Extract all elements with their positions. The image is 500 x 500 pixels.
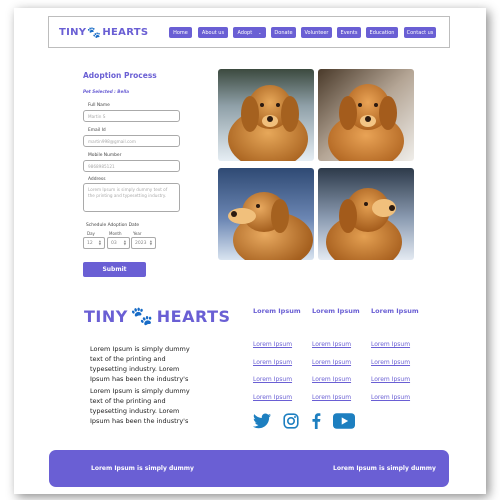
year-value: 2023 (135, 240, 147, 246)
instagram-icon[interactable] (282, 413, 300, 429)
nav-contact-button[interactable]: Contact us (404, 27, 436, 38)
nav-about-button[interactable]: About us (198, 27, 228, 38)
footer-link[interactable]: Lorem Ipsum (371, 341, 410, 348)
dog-photo-2 (318, 69, 414, 161)
footer-col-2-heading: Lorem Ipsum (312, 307, 360, 315)
schedule-label: Schedule Adoption Date (86, 223, 140, 228)
nav-events-label: Events (340, 29, 358, 36)
month-label: Month (109, 231, 122, 236)
banner-left-text: Lorem Ipsum is simply dummy (91, 465, 194, 472)
footer-link[interactable]: Lorem Ipsum (312, 394, 351, 401)
footer-brand-name-left: TINY (84, 307, 128, 326)
footer-banner: Lorem Ipsum is simply dummy Lorem Ipsum … (49, 450, 449, 487)
nav-home-label: Home (173, 29, 188, 36)
month-value: 03 (111, 240, 117, 246)
footer-link[interactable]: Lorem Ipsum (371, 359, 410, 366)
paw-heart-icon: 🐾 (87, 26, 102, 39)
dog-photo-1 (218, 69, 314, 161)
footer-link[interactable]: Lorem Ipsum (371, 376, 410, 383)
footer-link[interactable]: Lorem Ipsum (253, 359, 292, 366)
navbar: TINY 🐾 HEARTS Home About us Adopt ⌄ Donat… (48, 16, 450, 48)
chevron-down-icon: ⌄ (258, 30, 262, 35)
stepper-arrows-icon[interactable]: ▲ ▼ (124, 240, 126, 246)
nav-contact-label: Contact us (406, 29, 434, 36)
brand-logo[interactable]: TINY 🐾 HEARTS (59, 26, 148, 39)
golden-retriever-photo-icon (318, 69, 414, 161)
golden-retriever-photo-icon (218, 69, 314, 161)
page: TINY 🐾 HEARTS Home About us Adopt ⌄ Donat… (14, 8, 486, 494)
golden-retriever-photo-icon (318, 168, 414, 260)
dog-photo-4 (318, 168, 414, 260)
footer-link[interactable]: Lorem Ipsum (253, 376, 292, 383)
form-title: Adoption Process (83, 71, 157, 80)
twitter-icon[interactable] (253, 413, 271, 429)
nav-education-label: Education (369, 29, 395, 36)
footer-col-1-heading: Lorem Ipsum (253, 307, 301, 315)
footer-link[interactable]: Lorem Ipsum (253, 394, 292, 401)
footer-link[interactable]: Lorem Ipsum (312, 341, 351, 348)
full-name-label: Full Name (88, 103, 110, 108)
footer-paragraph-2: Lorem Ipsum is simply dummy text of the … (90, 387, 190, 426)
full-name-input[interactable]: Martin S (83, 110, 180, 122)
nav-donate-label: Donate (274, 29, 293, 36)
youtube-icon[interactable] (333, 413, 355, 429)
stepper-arrows-icon[interactable]: ▲ ▼ (150, 240, 152, 246)
month-stepper[interactable]: 03 ▲ ▼ (107, 237, 130, 249)
paw-heart-icon: 🐾 (130, 306, 154, 327)
pet-selected-label: Pet Selected : Bella (83, 89, 130, 94)
footer-link[interactable]: Lorem Ipsum (253, 341, 292, 348)
year-stepper[interactable]: 2023 ▲ ▼ (131, 237, 156, 249)
email-input[interactable]: martin998@gmail.com (83, 135, 180, 147)
nav-home-button[interactable]: Home (169, 27, 192, 38)
email-label: Email Id (88, 128, 106, 133)
nav-about-label: About us (201, 29, 225, 36)
brand-name-left: TINY (59, 27, 87, 38)
nav-donate-button[interactable]: Donate (271, 27, 296, 38)
mobile-label: Mobile Number (88, 153, 122, 158)
footer-link[interactable]: Lorem Ipsum (312, 359, 351, 366)
year-label: Year (133, 231, 142, 236)
day-stepper[interactable]: 12 ▲ ▼ (83, 237, 105, 249)
address-label: Address (88, 177, 106, 182)
mobile-input[interactable]: 9868985121 (83, 160, 180, 172)
facebook-icon[interactable] (310, 413, 322, 429)
stepper-arrows-icon[interactable]: ▲ ▼ (99, 240, 101, 246)
footer-link[interactable]: Lorem Ipsum (371, 394, 410, 401)
brand-name-right: HEARTS (102, 27, 149, 38)
nav-adopt-label: Adopt (237, 29, 253, 36)
footer-paragraph-1: Lorem Ipsum is simply dummy text of the … (90, 345, 190, 384)
address-textarea[interactable]: Lorem Ipsum is simply dummy text of the … (83, 183, 180, 212)
nav-volunteer-button[interactable]: Volunteer (301, 27, 332, 38)
submit-button[interactable]: Submit (83, 262, 146, 277)
footer-brand-logo[interactable]: TINY 🐾 HEARTS (84, 306, 231, 327)
dog-photo-3 (218, 168, 314, 260)
day-value: 12 (87, 240, 93, 246)
banner-right-text: Lorem Ipsum is simply dummy (333, 465, 436, 472)
footer-brand-name-right: HEARTS (156, 307, 231, 326)
nav-adopt-dropdown[interactable]: Adopt ⌄ (233, 27, 266, 38)
day-label: Day (87, 231, 95, 236)
footer-link[interactable]: Lorem Ipsum (312, 376, 351, 383)
footer-col-3-heading: Lorem Ipsum (371, 307, 419, 315)
nav-events-button[interactable]: Events (337, 27, 361, 38)
nav-education-button[interactable]: Education (366, 27, 398, 38)
nav-volunteer-label: Volunteer (304, 29, 329, 36)
golden-retriever-photo-icon (218, 168, 314, 260)
